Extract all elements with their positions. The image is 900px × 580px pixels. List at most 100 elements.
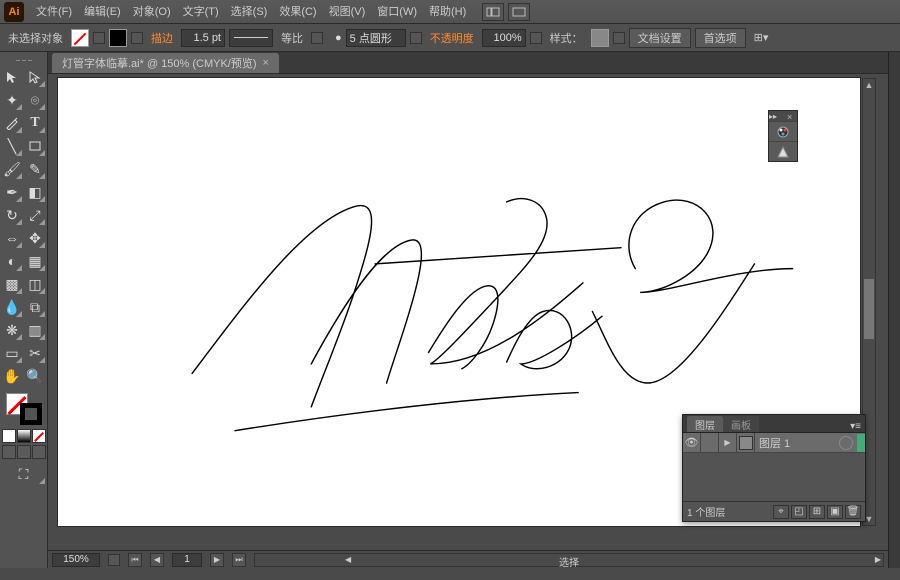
fill-stroke-control[interactable] xyxy=(4,391,44,427)
menu-view[interactable]: 视图(V) xyxy=(323,0,372,24)
appearance-panel-icon[interactable] xyxy=(769,121,797,141)
profile-dropdown[interactable] xyxy=(311,32,323,44)
line-tool[interactable]: ╲ xyxy=(1,135,23,157)
mesh-tool[interactable]: ▩ xyxy=(1,273,23,295)
tools-grip[interactable] xyxy=(5,56,43,64)
preferences-button[interactable]: 首选项 xyxy=(695,28,746,48)
last-artboard-icon[interactable]: ⏭ xyxy=(232,553,246,567)
stroke-indicator[interactable] xyxy=(20,403,42,425)
floating-panel-header[interactable]: ▸▸ × xyxy=(769,111,797,121)
floating-panel[interactable]: ▸▸ × xyxy=(768,110,798,162)
scroll-up-icon[interactable]: ▲ xyxy=(863,79,875,91)
fill-swatch[interactable] xyxy=(71,29,89,47)
target-icon[interactable] xyxy=(839,436,853,450)
menu-window[interactable]: 窗口(W) xyxy=(371,0,423,24)
blend-tool[interactable]: ⧉ xyxy=(24,296,46,318)
menu-help[interactable]: 帮助(H) xyxy=(423,0,472,24)
right-dock[interactable] xyxy=(888,52,900,568)
paintbrush-tool[interactable]: 🖌 xyxy=(1,158,23,180)
new-sublayer-icon[interactable]: ⊞ xyxy=(809,505,825,519)
scale-tool[interactable]: ⤢ xyxy=(24,204,46,226)
slice-tool[interactable]: ✂ xyxy=(24,342,46,364)
document-tab[interactable]: 灯管字体临摹.ai* @ 150% (CMYK/预览) × xyxy=(52,53,279,73)
free-transform-tool[interactable]: ✥ xyxy=(24,227,46,249)
arrange-icon[interactable] xyxy=(508,3,530,21)
magic-wand-tool[interactable]: ✦ xyxy=(1,89,23,111)
hand-tool[interactable]: ✋ xyxy=(1,365,23,387)
color-mode[interactable] xyxy=(2,429,16,443)
scroll-left-icon[interactable]: ◀ xyxy=(345,555,351,564)
align-icon[interactable]: ⊞▾ xyxy=(754,31,769,44)
column-graph-tool[interactable]: ▥ xyxy=(24,319,46,341)
layer-name[interactable]: 图层 1 xyxy=(755,435,839,451)
new-layer-icon[interactable]: ▣ xyxy=(827,505,843,519)
blob-brush-tool[interactable]: ✒ xyxy=(1,181,23,203)
brush-dropdown[interactable] xyxy=(410,32,422,44)
doc-setup-button[interactable]: 文档设置 xyxy=(629,28,691,48)
scroll-right-icon[interactable]: ▶ xyxy=(875,555,881,564)
opacity-dropdown[interactable] xyxy=(530,32,542,44)
vertical-scroll-thumb[interactable] xyxy=(864,279,874,339)
pen-tool[interactable] xyxy=(1,112,23,134)
layers-panel[interactable]: 图层 画板 ▾≡ 👁 ▶ 图层 1 1 个图层 ⌖ xyxy=(682,414,866,522)
layout-icon[interactable] xyxy=(482,3,504,21)
layer-row[interactable]: 👁 ▶ 图层 1 xyxy=(683,433,865,453)
visibility-icon[interactable]: 👁 xyxy=(683,433,701,453)
prev-artboard-icon[interactable]: ◀ xyxy=(150,553,164,567)
selection-tool[interactable] xyxy=(1,66,23,88)
lock-cell[interactable] xyxy=(701,433,719,453)
close-tab-icon[interactable]: × xyxy=(263,57,269,69)
stroke-weight-input[interactable] xyxy=(181,29,225,47)
rotate-tool[interactable]: ↻ xyxy=(1,204,23,226)
shape-builder-tool[interactable]: ◐ xyxy=(1,250,23,272)
screen-mode[interactable]: ⛶ xyxy=(2,463,46,485)
rectangle-tool[interactable] xyxy=(24,135,46,157)
panel-menu-icon[interactable]: ▾≡ xyxy=(846,421,865,432)
artboard-tool[interactable]: ▭ xyxy=(1,342,23,364)
draw-normal[interactable] xyxy=(2,445,16,459)
menu-edit[interactable]: 编辑(E) xyxy=(78,0,127,24)
menu-select[interactable]: 选择(S) xyxy=(225,0,274,24)
collapse-icon[interactable]: ▸▸ xyxy=(769,112,777,121)
none-mode[interactable] xyxy=(32,429,46,443)
opacity-label[interactable]: 不透明度 xyxy=(426,30,478,46)
menu-file[interactable]: 文件(F) xyxy=(30,0,78,24)
menu-object[interactable]: 对象(O) xyxy=(127,0,177,24)
fill-dropdown[interactable] xyxy=(93,32,105,44)
gradient-mode[interactable] xyxy=(17,429,31,443)
direct-selection-tool[interactable] xyxy=(24,66,46,88)
first-artboard-icon[interactable]: ⏮ xyxy=(128,553,142,567)
menu-type[interactable]: 文字(T) xyxy=(177,0,225,24)
close-icon[interactable]: × xyxy=(787,112,795,120)
graphic-styles-panel-icon[interactable] xyxy=(769,141,797,161)
brush-preset[interactable] xyxy=(346,29,406,47)
type-tool[interactable]: T xyxy=(24,112,46,134)
artboard-index[interactable] xyxy=(172,553,202,567)
stroke-swatch[interactable] xyxy=(109,29,127,47)
style-swatch[interactable] xyxy=(591,29,609,47)
delete-layer-icon[interactable]: 🗑 xyxy=(845,505,861,519)
zoom-input[interactable] xyxy=(52,553,100,567)
stroke-label[interactable]: 描边 xyxy=(147,30,177,46)
gradient-tool[interactable]: ◫ xyxy=(24,273,46,295)
zoom-tool[interactable]: 🔍 xyxy=(24,365,46,387)
horizontal-scrollbar[interactable]: 选择 ◀ ▶ xyxy=(254,553,884,567)
eraser-tool[interactable]: ◧ xyxy=(24,181,46,203)
symbol-sprayer-tool[interactable]: ❋ xyxy=(1,319,23,341)
expand-icon[interactable]: ▶ xyxy=(719,433,737,453)
tab-layers[interactable]: 图层 xyxy=(687,416,723,432)
pencil-tool[interactable]: ✎ xyxy=(24,158,46,180)
locate-object-icon[interactable]: ⌖ xyxy=(773,505,789,519)
eyedropper-tool[interactable]: 💧 xyxy=(1,296,23,318)
next-artboard-icon[interactable]: ▶ xyxy=(210,553,224,567)
draw-behind[interactable] xyxy=(17,445,31,459)
stroke-profile[interactable] xyxy=(229,29,273,47)
stroke-dropdown[interactable] xyxy=(131,32,143,44)
tab-artboards[interactable]: 画板 xyxy=(723,416,759,432)
make-clip-icon[interactable]: ◰ xyxy=(791,505,807,519)
style-dropdown[interactable] xyxy=(613,32,625,44)
lasso-tool[interactable]: ⌾ xyxy=(24,89,46,111)
canvas[interactable]: ▸▸ × ▲ ▼ 图层 画板 ▾≡ 👁 xyxy=(48,74,888,550)
draw-inside[interactable] xyxy=(32,445,46,459)
width-tool[interactable]: ⇔ xyxy=(1,227,23,249)
